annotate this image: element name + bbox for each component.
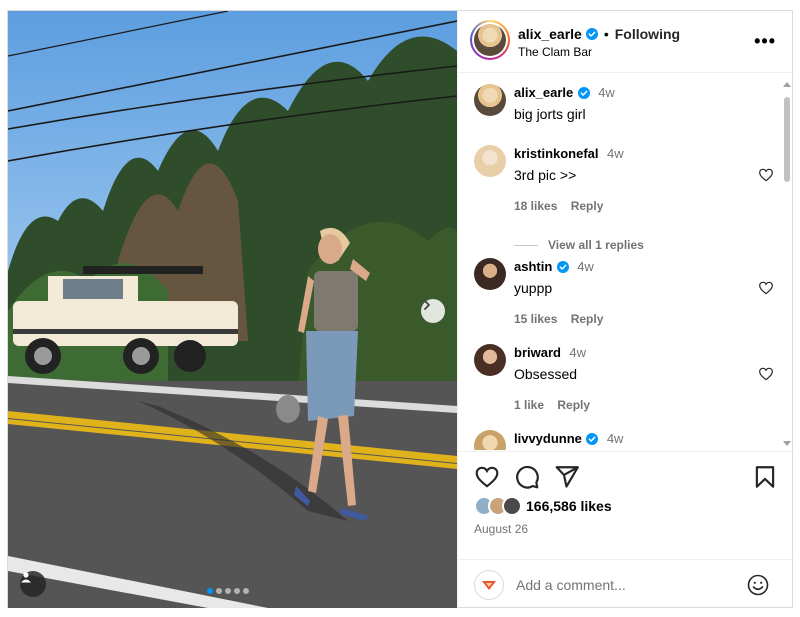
verified-badge-icon: [585, 28, 598, 40]
comment-time[interactable]: 4w: [577, 259, 594, 274]
comment-username[interactable]: livvydunne: [514, 431, 582, 446]
comment-username[interactable]: kristinkonefal: [514, 146, 599, 161]
add-comment-input[interactable]: [516, 574, 736, 596]
verified-badge-icon: [556, 260, 569, 273]
likes-count[interactable]: 166,586 likes: [526, 498, 612, 514]
chevron-right-icon: [424, 300, 430, 310]
comment-time[interactable]: 4w: [607, 146, 624, 161]
photo-illustration: [8, 11, 457, 608]
caption-time[interactable]: 4w: [598, 85, 615, 100]
post-location[interactable]: The Clam Bar: [518, 45, 592, 59]
verified-badge-icon: [577, 86, 590, 99]
scroll-thumb[interactable]: [784, 97, 790, 182]
author-username[interactable]: alix_earle: [518, 26, 582, 42]
current-user-avatar[interactable]: [474, 570, 504, 600]
comment-text: 3rd pic >>: [514, 167, 577, 183]
heart-icon[interactable]: [474, 464, 500, 490]
post-side-panel: alix_earle • Following The Clam Bar ••• …: [457, 11, 794, 608]
avatar[interactable]: [474, 430, 506, 450]
author-line: alix_earle • Following: [518, 26, 680, 42]
reply-button[interactable]: Reply: [571, 199, 604, 213]
post-header: alix_earle • Following The Clam Bar •••: [458, 11, 794, 73]
comment-text: yuppp: [514, 280, 553, 296]
reply-button[interactable]: Reply: [557, 398, 590, 412]
share-icon[interactable]: [554, 464, 580, 490]
bookmark-icon[interactable]: [752, 464, 778, 490]
carousel-dot: [216, 588, 222, 594]
user-tag-icon: [21, 572, 31, 583]
caption-username[interactable]: alix_earle: [514, 85, 573, 100]
avatar[interactable]: [474, 84, 506, 116]
add-comment-bar: [458, 559, 794, 609]
header-separator: •: [603, 26, 609, 42]
carousel-dot: [243, 588, 249, 594]
more-options-icon[interactable]: •••: [754, 31, 776, 52]
view-replies-button[interactable]: View all 1 replies: [514, 238, 644, 252]
post-date[interactable]: August 26: [474, 522, 528, 536]
comment-likes[interactable]: 15 likes: [514, 312, 557, 326]
verified-badge-icon: [586, 432, 599, 445]
scroll-down-arrow[interactable]: [783, 441, 791, 446]
liker-avatar[interactable]: [502, 496, 522, 516]
carousel-indicator: [207, 588, 249, 594]
view-replies-label[interactable]: View all 1 replies: [548, 238, 644, 252]
comment-time[interactable]: 4w: [607, 431, 624, 446]
post-dialog: alix_earle • Following The Clam Bar ••• …: [7, 10, 794, 608]
caption-text: big jorts girl: [514, 106, 586, 122]
avatar[interactable]: [474, 344, 506, 376]
scroll-up-arrow[interactable]: [783, 82, 791, 87]
comment-text: Obsessed: [514, 366, 578, 382]
avatar[interactable]: [474, 145, 506, 177]
following-button[interactable]: Following: [615, 26, 680, 42]
carousel-dot: [225, 588, 231, 594]
next-photo-button[interactable]: [421, 299, 445, 323]
replies-divider: [514, 244, 538, 246]
comment-username[interactable]: ashtin: [514, 259, 552, 274]
carousel-dot: [234, 588, 240, 594]
likes-row: 166,586 likes: [474, 496, 612, 516]
comments-list[interactable]: alix_earle 4w big jorts girl kristinkone…: [458, 74, 794, 450]
comment-username[interactable]: briward: [514, 345, 561, 360]
comment-time[interactable]: 4w: [569, 345, 586, 360]
post-photo[interactable]: [8, 11, 457, 608]
reply-button[interactable]: Reply: [571, 312, 604, 326]
heart-icon[interactable]: [758, 366, 774, 382]
carousel-dot: [207, 588, 213, 594]
comment-likes[interactable]: 18 likes: [514, 199, 557, 213]
emoji-icon[interactable]: [746, 573, 770, 597]
comments-scrollbar[interactable]: [782, 82, 792, 446]
tagged-users-button[interactable]: [20, 571, 46, 597]
current-user-logo-icon: [482, 581, 496, 590]
comment-likes[interactable]: 1 like: [514, 398, 544, 412]
author-avatar[interactable]: [470, 20, 510, 60]
post-actions: 166,586 likes August 26: [458, 451, 794, 608]
comment-icon[interactable]: [514, 464, 540, 490]
avatar[interactable]: [474, 258, 506, 290]
heart-icon[interactable]: [758, 280, 774, 296]
heart-icon[interactable]: [758, 167, 774, 183]
